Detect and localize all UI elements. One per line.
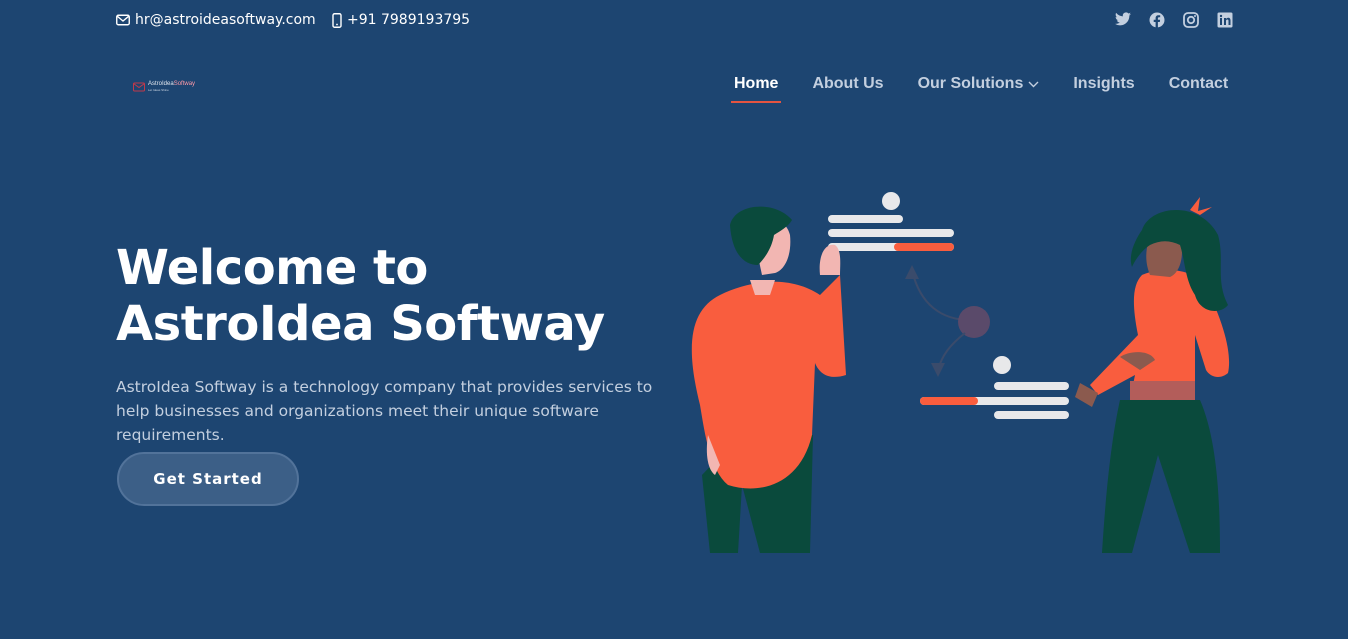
phone-icon: [332, 12, 342, 28]
logo-text-b: Softway: [173, 81, 196, 87]
instagram-icon[interactable]: [1183, 12, 1199, 28]
hero-title: Welcome to AstroIdea Softway: [116, 240, 676, 352]
nav-insights[interactable]: Insights: [1073, 75, 1134, 93]
twitter-icon[interactable]: [1115, 12, 1131, 28]
email-text: hr@astroideasoftway.com: [135, 12, 316, 28]
nav-home-label: Home: [734, 75, 779, 92]
linkedin-icon[interactable]: [1217, 12, 1233, 28]
main-nav: Home About Us Our Solutions Insights Con…: [730, 75, 1229, 103]
phone-contact[interactable]: +91 7989193795: [332, 12, 470, 28]
logo-tagline: Let Ideas Shine: [148, 88, 169, 92]
email-contact[interactable]: hr@astroideasoftway.com: [116, 12, 316, 28]
nav-contact[interactable]: Contact: [1169, 75, 1229, 93]
connector-graphic: [905, 265, 990, 377]
man-figure: [691, 206, 846, 553]
woman-figure: [1075, 197, 1230, 553]
logo-wordmark: AstroIdeaSoftway Let Ideas Shine: [148, 81, 195, 93]
hero-title-line1: Welcome to: [116, 240, 428, 296]
envelope-icon: [116, 14, 130, 26]
hero-description: AstroIdea Softway is a technology compan…: [116, 378, 653, 444]
hero-illustration: [691, 192, 1230, 553]
chevron-down-icon: [1028, 81, 1039, 88]
nav-insights-label: Insights: [1073, 75, 1135, 92]
get-started-button[interactable]: Get Started: [117, 452, 299, 506]
nav-about-label: About Us: [812, 75, 884, 92]
nav-our-solutions[interactable]: Our Solutions: [918, 75, 1040, 93]
hero-title-line2: AstroIdea Softway: [116, 296, 605, 352]
phone-text: +91 7989193795: [347, 12, 471, 28]
top-bar: hr@astroideasoftway.com +91 7989193795: [0, 0, 1348, 42]
social-links: [1115, 12, 1233, 28]
facebook-icon[interactable]: [1149, 12, 1165, 28]
nav-home[interactable]: Home: [730, 75, 782, 103]
nav-solutions-label: Our Solutions: [917, 75, 1024, 92]
top-card-graphic: [828, 192, 954, 251]
brand-logo[interactable]: AstroIdeaSoftway Let Ideas Shine: [133, 78, 205, 96]
logo-mark-icon: [133, 82, 145, 92]
nav-contact-label: Contact: [1168, 75, 1229, 92]
nav-about-us[interactable]: About Us: [812, 75, 883, 93]
